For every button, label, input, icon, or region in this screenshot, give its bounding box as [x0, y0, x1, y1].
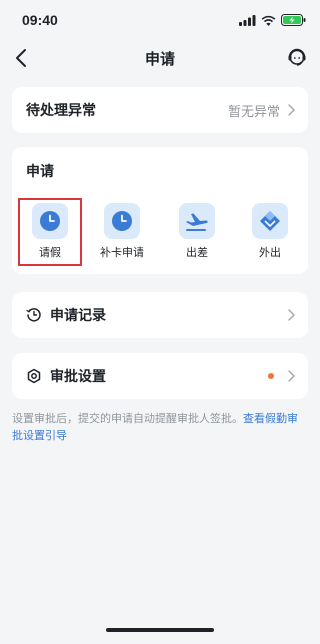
pending-exceptions-row[interactable]: 待处理异常 暂无异常 — [12, 87, 308, 133]
apply-business-trip-button[interactable]: 出差 — [167, 199, 227, 263]
clock-icon — [104, 203, 140, 239]
apply-card-supplement-button[interactable]: 补卡申请 — [92, 199, 152, 263]
nav-bar: 申请 — [0, 40, 320, 76]
chevron-right-icon — [288, 104, 295, 116]
apply-card-supplement-label: 补卡申请 — [100, 246, 144, 259]
apply-outing-label: 外出 — [259, 246, 281, 259]
footer-text: 设置审批后，提交的申请自动提醒审批人签批。 — [12, 412, 243, 425]
home-indicator — [106, 628, 214, 632]
gear-icon — [27, 368, 41, 384]
status-bar: 09:40 — [0, 0, 320, 40]
pending-exceptions-value: 暂无异常 — [227, 104, 280, 120]
airplane-icon — [179, 203, 215, 239]
page-title: 申请 — [144, 49, 175, 68]
application-records-row[interactable]: 申请记录 — [12, 292, 308, 338]
approval-settings-row[interactable]: 审批设置 — [12, 353, 308, 399]
diamond-outing-icon — [252, 203, 288, 239]
chevron-right-icon — [288, 370, 295, 382]
footer-note: 设置审批后，提交的申请自动提醒审批人签批。查看假勤审批设置引导 — [12, 410, 308, 444]
pending-exceptions-label: 待处理异常 — [26, 103, 96, 119]
signal-icon — [239, 14, 256, 26]
wifi-icon — [261, 15, 276, 26]
apply-outing-button[interactable]: 外出 — [240, 199, 300, 263]
customer-service-icon[interactable] — [286, 46, 308, 68]
selection-highlight — [18, 198, 82, 266]
history-icon — [26, 308, 41, 322]
apply-business-trip-label: 出差 — [186, 246, 208, 259]
application-records-label: 申请记录 — [50, 308, 106, 324]
notification-dot — [268, 373, 274, 379]
apply-section-title: 申请 — [26, 164, 54, 180]
approval-settings-label: 审批设置 — [50, 369, 106, 385]
status-time: 09:40 — [22, 12, 58, 28]
status-icons — [239, 14, 306, 26]
chevron-left-icon[interactable] — [10, 46, 34, 70]
battery-charging-icon — [281, 14, 306, 26]
chevron-right-icon — [288, 309, 295, 321]
